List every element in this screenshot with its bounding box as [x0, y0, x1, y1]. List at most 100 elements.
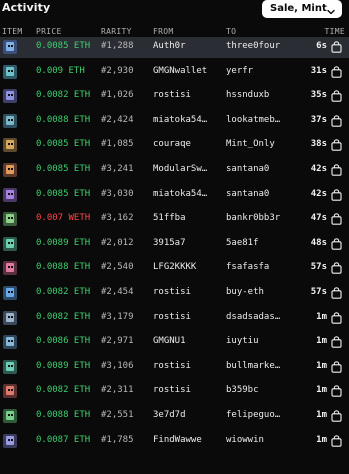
- to-address-link[interactable]: buy-eth: [226, 287, 311, 297]
- time-ago: 31s: [310, 65, 327, 76]
- shopping-bag-icon[interactable]: [331, 385, 342, 398]
- shopping-bag-icon[interactable]: [331, 139, 342, 152]
- shopping-bag-icon[interactable]: [331, 361, 342, 373]
- nft-eye-left: [8, 438, 10, 441]
- nft-thumbnail[interactable]: [3, 40, 17, 54]
- nft-thumbnail[interactable]: [3, 310, 17, 325]
- from-address-link[interactable]: GMGNwallet: [153, 66, 223, 76]
- nft-thumbnail[interactable]: [3, 409, 17, 423]
- table-row[interactable]: 0.0082 ETH #2,454 rostisi buy-eth 57s: [0, 283, 349, 304]
- nft-thumbnail[interactable]: [3, 286, 17, 300]
- from-address-link[interactable]: rostisi: [153, 312, 223, 322]
- shopping-bag-icon[interactable]: [331, 164, 342, 176]
- table-row[interactable]: 0.0082 ETH #2,311 rostisi b359bc 1m: [0, 381, 349, 402]
- shopping-bag-icon[interactable]: [331, 213, 342, 225]
- shopping-bag-icon[interactable]: [331, 188, 342, 201]
- from-address-link[interactable]: rostisi: [153, 361, 223, 371]
- nft-thumbnail[interactable]: [3, 113, 17, 128]
- from-address-link[interactable]: GMGNU1: [153, 336, 223, 346]
- nft-thumbnail[interactable]: [3, 359, 17, 374]
- table-row[interactable]: 0.0088 ETH #2,540 LFG2KKKK fsafasfa 57s: [0, 258, 349, 279]
- sale-price: 0.0088 ETH: [36, 114, 90, 125]
- from-address-link[interactable]: rostisi: [153, 287, 223, 297]
- shopping-bag-icon[interactable]: [331, 65, 342, 78]
- table-row[interactable]: 0.0086 ETH #2,971 GMGNU1 iuytiu 1m: [0, 332, 349, 353]
- nft-thumbnail[interactable]: [3, 384, 17, 399]
- to-address-link[interactable]: iuytiu: [226, 336, 311, 346]
- table-row[interactable]: 0.0085 ETH #3,030 miatoka54… santana0 42s: [0, 185, 349, 206]
- sale-price: 0.0089 ETH: [36, 237, 90, 248]
- sale-mint-filter-dropdown[interactable]: Sale, Mint: [262, 0, 342, 18]
- shopping-bag-icon[interactable]: [331, 410, 342, 422]
- sale-price: 0.007 WETH: [36, 213, 90, 224]
- from-address-link[interactable]: rostisi: [153, 90, 223, 100]
- table-row[interactable]: 0.0089 ETH #2,012 3915a7 5ae81f 48s: [0, 234, 349, 255]
- shopping-bag-icon[interactable]: [331, 311, 342, 324]
- nft-thumbnail[interactable]: [3, 236, 17, 251]
- shopping-bag-icon[interactable]: [331, 287, 342, 299]
- to-address-link[interactable]: santana0: [226, 189, 311, 199]
- table-row[interactable]: 0.0089 ETH #3,106 rostisi bullmarke… 1m: [0, 357, 349, 378]
- to-address-link[interactable]: lookatmeb…: [226, 115, 311, 125]
- sale-price: 0.0085 ETH: [36, 41, 90, 51]
- to-address-link[interactable]: yerfr: [226, 66, 311, 76]
- nft-thumbnail[interactable]: [3, 138, 17, 153]
- nft-eye-right: [11, 315, 13, 318]
- table-row[interactable]: 0.0087 ETH #1,785 FindWawwe wiowwin 1m: [0, 431, 349, 452]
- time-ago: 1m: [316, 410, 327, 420]
- table-row[interactable]: 0.0085 ETH #3,241 ModularSw… santana0 42s: [0, 160, 349, 181]
- nft-thumbnail[interactable]: [3, 335, 17, 350]
- to-address-link[interactable]: three0four: [226, 41, 311, 51]
- from-address-link[interactable]: 51ffba: [153, 213, 223, 223]
- nft-thumbnail[interactable]: [3, 261, 17, 276]
- from-address-link[interactable]: miatoka54…: [153, 189, 223, 199]
- nft-thumbnail[interactable]: [3, 64, 17, 79]
- to-address-link[interactable]: dsadsadas…: [226, 312, 311, 322]
- table-row[interactable]: 0.007 WETH #3,162 51ffba bankr0bb3r 47s: [0, 209, 349, 230]
- nft-eye-right: [11, 94, 13, 97]
- from-address-link[interactable]: LFG2KKKK: [153, 262, 223, 272]
- table-row[interactable]: 0.0085 ETH #1,085 couraqe Mint_Only 38s: [0, 135, 349, 156]
- shopping-bag-icon[interactable]: [331, 262, 342, 275]
- from-address-link[interactable]: couraqe: [153, 139, 223, 149]
- from-address-link[interactable]: rostisi: [153, 385, 223, 395]
- nft-thumbnail[interactable]: [3, 212, 17, 227]
- to-address-link[interactable]: 5ae81f: [226, 238, 311, 248]
- shopping-bag-icon[interactable]: [331, 336, 342, 348]
- from-address-link[interactable]: FindWawwe: [153, 435, 223, 445]
- to-address-link[interactable]: Mint_Only: [226, 139, 311, 149]
- nft-thumbnail[interactable]: [3, 89, 17, 104]
- shopping-bag-icon[interactable]: [331, 90, 342, 102]
- nft-thumbnail[interactable]: [3, 187, 17, 202]
- to-address-link[interactable]: santana0: [226, 164, 311, 174]
- nft-thumbnail[interactable]: [3, 433, 17, 448]
- table-row[interactable]: 0.0088 ETH #2,424 miatoka54… lookatmeb… 37s: [0, 111, 349, 132]
- from-address-link[interactable]: ModularSw…: [153, 164, 223, 174]
- table-row[interactable]: 0.0082 ETH #3,179 rostisi dsadsadas… 1m: [0, 308, 349, 329]
- to-address-link[interactable]: hssnduxb: [226, 90, 311, 100]
- from-address-link[interactable]: Auth0r: [153, 41, 223, 51]
- rarity-rank: #2,454: [101, 287, 134, 297]
- shopping-bag-icon[interactable]: [331, 41, 342, 53]
- shopping-bag-icon[interactable]: [331, 115, 342, 127]
- from-address-link[interactable]: miatoka54…: [153, 115, 223, 125]
- shopping-bag-icon[interactable]: [331, 238, 342, 250]
- nft-eye-right: [11, 143, 13, 146]
- to-address-link[interactable]: b359bc: [226, 385, 311, 395]
- table-row[interactable]: 0.009 ETH #2,930 GMGNwallet yerfr 31s: [0, 62, 349, 83]
- to-address-link[interactable]: wiowwin: [226, 435, 311, 445]
- sale-price: 0.0085 ETH: [36, 188, 90, 199]
- table-row[interactable]: 0.0082 ETH #1,026 rostisi hssnduxb 35s: [0, 86, 349, 107]
- table-row[interactable]: 0.0085 ETH #1,288 Auth0r three0four 6s: [0, 37, 349, 58]
- to-address-link[interactable]: bankr0bb3r: [226, 213, 311, 223]
- nft-thumbnail[interactable]: [3, 163, 17, 177]
- from-address-link[interactable]: 3e7d7d: [153, 410, 223, 420]
- from-address-link[interactable]: 3915a7: [153, 238, 223, 248]
- to-address-link[interactable]: fsafasfa: [226, 262, 311, 272]
- shopping-bag-icon[interactable]: [331, 434, 342, 447]
- to-address-link[interactable]: bullmarke…: [226, 361, 311, 371]
- to-address-link[interactable]: felipeguo…: [226, 410, 311, 420]
- sale-price: 0.009 ETH: [36, 65, 85, 76]
- rarity-rank: #3,030: [101, 188, 134, 199]
- table-row[interactable]: 0.0088 ETH #2,551 3e7d7d felipeguo… 1m: [0, 406, 349, 427]
